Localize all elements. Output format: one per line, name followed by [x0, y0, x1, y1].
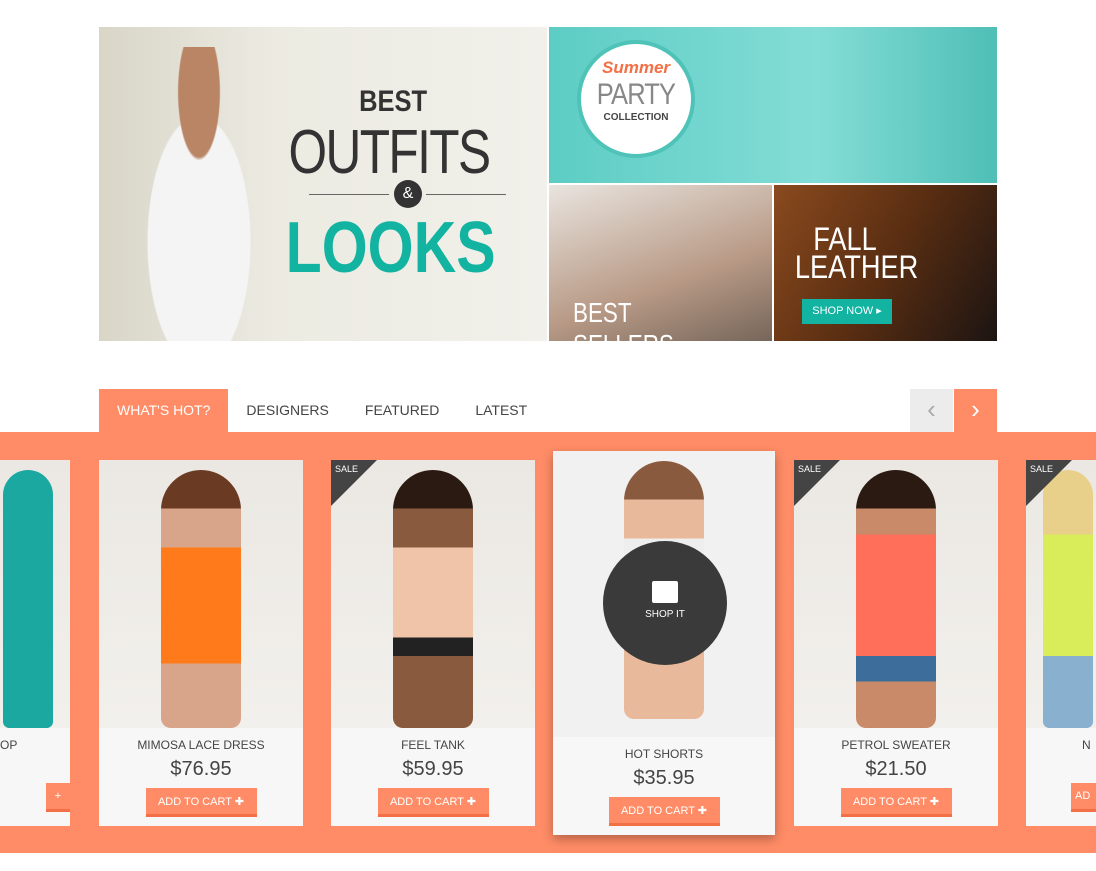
add-to-cart-button[interactable]: AD	[1071, 783, 1096, 812]
banner-best-outfits[interactable]: BEST OUTFITS & LOOKS	[99, 27, 547, 341]
divider	[426, 194, 506, 195]
tab-designers[interactable]: DESIGNERS	[228, 389, 346, 432]
product-image	[3, 470, 53, 728]
prev-arrow-button[interactable]: ‹	[910, 389, 953, 432]
tab-featured[interactable]: FEATURED	[347, 389, 457, 432]
shop-it-button[interactable]: SHOP IT	[603, 541, 727, 665]
add-to-cart-button[interactable]: ADD TO CART ✚	[145, 788, 257, 817]
product-tabs: WHAT'S HOT? DESIGNERS FEATURED LATEST	[99, 389, 545, 432]
add-to-cart-button[interactable]: ADD TO CART ✚	[840, 788, 952, 817]
party-sub: COLLECTION	[603, 112, 669, 123]
banner-heading: BEST	[359, 85, 428, 118]
product-name: FEEL TANK	[401, 738, 465, 752]
product-name: OP	[0, 738, 18, 752]
sale-badge: SALE	[794, 460, 840, 506]
product-card[interactable]: SALE N AD	[1026, 460, 1096, 826]
divider	[309, 194, 389, 195]
banner-heading: OUTFITS	[288, 118, 492, 187]
ampersand-badge: &	[394, 180, 422, 208]
banner-heading: LOOKS	[285, 208, 496, 288]
product-image	[393, 470, 473, 728]
banner-best-sellers[interactable]: BEST SELLERS ›	[549, 185, 772, 360]
party-badge: Summer PARTY COLLECTION	[577, 40, 695, 158]
product-card[interactable]: SALE PETROL SWEATER $21.50 ADD TO CART ✚	[794, 460, 998, 826]
product-price: $59.95	[402, 758, 464, 780]
party-title: PARTY	[596, 78, 676, 111]
next-arrow-button[interactable]: ›	[954, 389, 997, 432]
product-price: $21.50	[865, 758, 927, 780]
tab-whats-hot[interactable]: WHAT'S HOT?	[99, 389, 229, 432]
shop-now-button[interactable]: SHOP NOW ▸	[802, 299, 892, 324]
add-to-cart-button[interactable]: +	[46, 783, 70, 812]
product-name: PETROL SWEATER	[841, 738, 951, 752]
product-image	[1043, 470, 1093, 728]
product-name: N	[1082, 738, 1091, 752]
product-price: $76.95	[170, 758, 232, 780]
product-image	[856, 470, 936, 728]
add-to-cart-button[interactable]: ADD TO CART ✚	[608, 797, 720, 826]
add-to-cart-button[interactable]: ADD TO CART ✚	[377, 788, 489, 817]
banner-summer-party[interactable]: Summer PARTY COLLECTION	[549, 27, 997, 183]
banner-fall-leather[interactable]: FALL LEATHER SHOP NOW ▸	[774, 185, 997, 341]
tab-latest[interactable]: LATEST	[457, 389, 545, 432]
product-image	[161, 470, 241, 728]
sale-badge: SALE	[331, 460, 377, 506]
product-card[interactable]: OP +	[0, 460, 70, 826]
product-card[interactable]: MIMOSA LACE DRESS $76.95 ADD TO CART ✚	[99, 460, 303, 826]
leather-heading: LEATHER	[794, 249, 919, 285]
product-card[interactable]: SALE FEEL TANK $59.95 ADD TO CART ✚	[331, 460, 535, 826]
product-name: MIMOSA LACE DRESS	[137, 738, 265, 752]
sale-badge: SALE	[1026, 460, 1072, 506]
shopping-bag-icon	[652, 581, 678, 603]
product-card-hovered[interactable]: SHOP IT HOT SHORTS $35.95 ADD TO CART ✚	[553, 451, 775, 835]
product-name: HOT SHORTS	[624, 747, 704, 761]
party-script: Summer	[601, 58, 671, 77]
shop-it-label: SHOP IT	[645, 609, 685, 620]
product-price: $35.95	[633, 767, 695, 789]
best-sellers-label: BEST SELLERS ›	[573, 297, 688, 360]
